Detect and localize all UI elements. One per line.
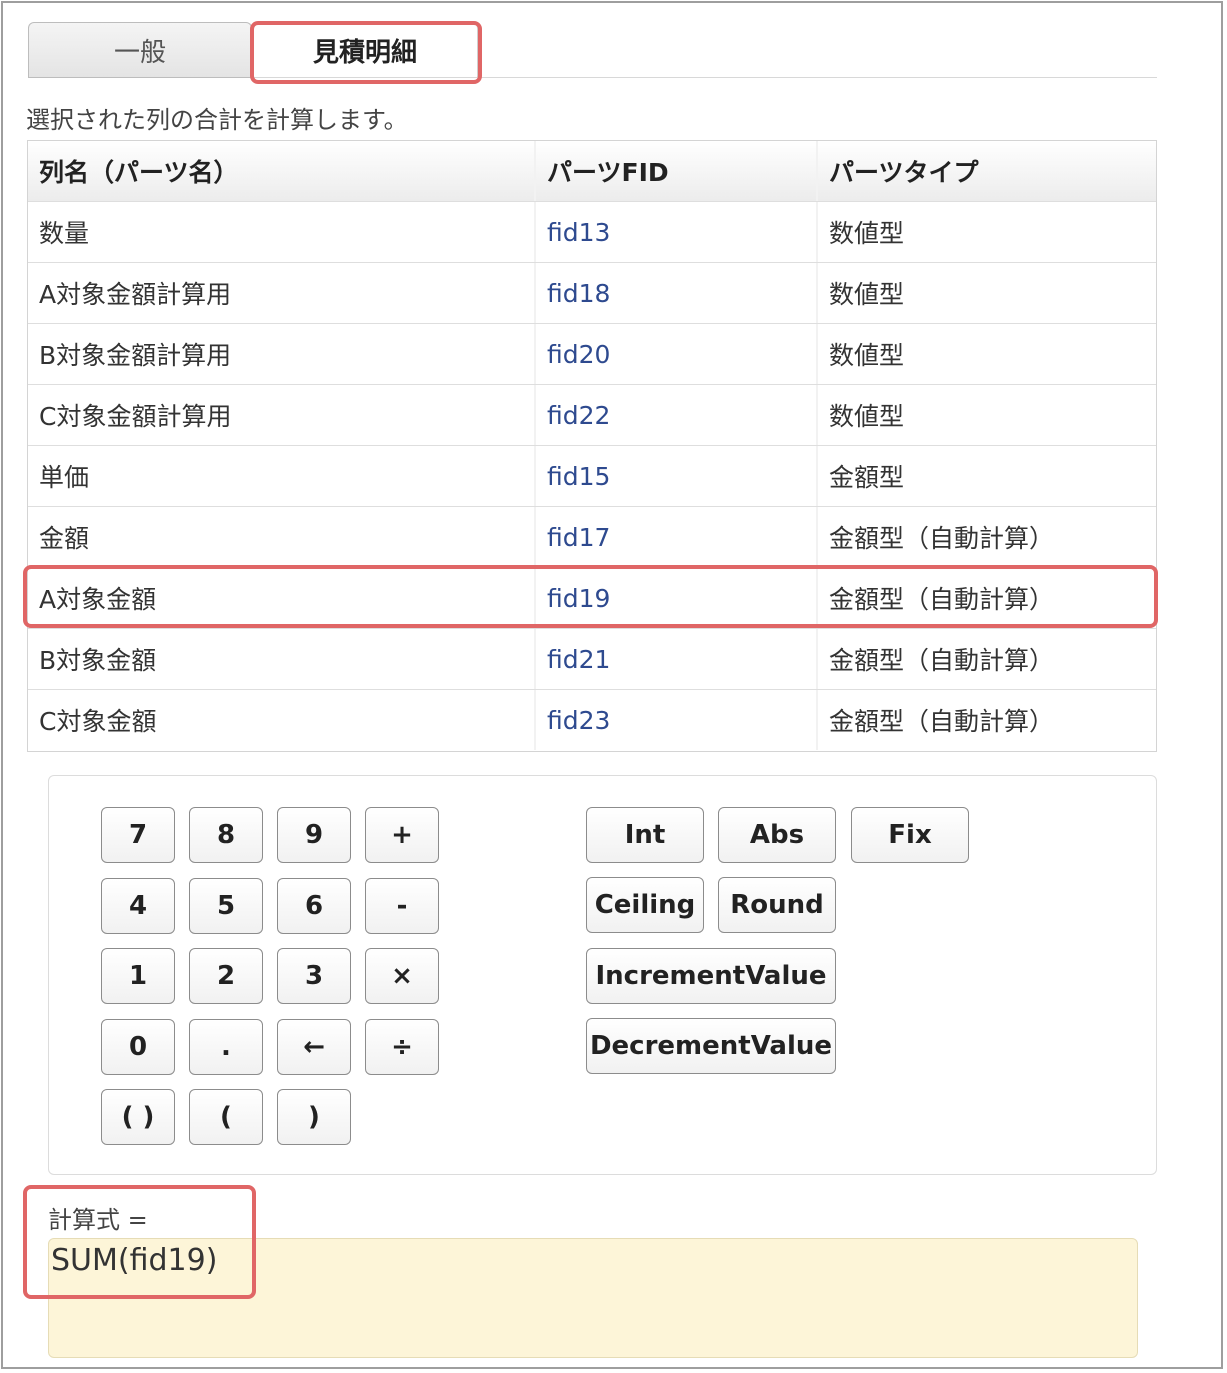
key-parentheses-pair-button[interactable]: ( ) [101, 1089, 175, 1145]
table-row[interactable]: B対象金額 fid21 金額型（自動計算） [28, 628, 1156, 689]
key-one-button[interactable]: 1 [101, 948, 175, 1004]
cell-parts-type: 金額型（自動計算） [816, 690, 1156, 750]
key-multiply-button[interactable]: × [365, 948, 439, 1004]
round-button[interactable]: Round [718, 877, 836, 933]
cell-column-name: 金額 [39, 524, 90, 553]
table-row[interactable]: B対象金額計算用 fid20 数値型 [28, 323, 1156, 384]
decrement-value-button[interactable]: DecrementValue [586, 1018, 836, 1074]
cell-parts-fid: fid20 [534, 324, 816, 384]
description-text: 選択された列の合計を計算します。 [26, 106, 408, 134]
parts-table: 列名（パーツ名） パーツFID パーツタイプ 数量 fid13 数値型 A対象金額計算… [27, 140, 1157, 752]
header-column-name: 列名（パーツ名） [39, 158, 239, 187]
cell-parts-fid: fid13 [534, 202, 816, 262]
tab-general[interactable]: 一般 [28, 22, 252, 78]
table-header: 列名（パーツ名） パーツFID パーツタイプ [28, 141, 1156, 201]
ceiling-button[interactable]: Ceiling [586, 877, 704, 933]
formula-input[interactable]: SUM(fid19) [48, 1238, 1138, 1358]
tab-divider [28, 77, 252, 78]
cell-parts-fid: fid18 [534, 263, 816, 323]
key-zero-button[interactable]: 0 [101, 1018, 175, 1075]
cell-parts-type: 金額型（自動計算） [816, 568, 1156, 628]
cell-parts-fid: fid19 [534, 568, 816, 628]
cell-column-name: B対象金額 [39, 646, 157, 675]
calculator-panel: 7 8 9 +4 5 6- 1 2 3 × 0. ← ÷ ( )() Int Abs Fix Ceilin… [48, 775, 1157, 1175]
key-six-button[interactable]: 6 [277, 877, 351, 934]
int-button[interactable]: Int [586, 807, 704, 863]
cell-column-name: B対象金額計算用 [39, 341, 232, 370]
cell-column-name: A対象金額計算用 [39, 280, 232, 309]
table-row[interactable]: 単価 fid15 金額型 [28, 445, 1156, 506]
key-divide-button[interactable]: ÷ [365, 1018, 439, 1075]
cell-parts-type: 数値型 [816, 202, 1156, 262]
cell-column-name: 数量 [39, 219, 90, 248]
cell-parts-fid: fid17 [534, 507, 816, 567]
formula-label: 計算式 = [48, 1206, 148, 1234]
cell-parts-type: 金額型 [816, 446, 1156, 506]
tab-baseline [252, 77, 1157, 78]
cell-parts-fid: fid23 [534, 690, 816, 750]
fix-button[interactable]: Fix [851, 807, 969, 863]
key-nine-button[interactable]: 9 [277, 807, 351, 863]
tab-estimate-detail[interactable]: 見積明細 [252, 22, 478, 78]
key-seven-button[interactable]: 7 [101, 807, 175, 863]
key-five-button[interactable]: 5 [189, 877, 263, 934]
cell-parts-type: 数値型 [816, 385, 1156, 445]
cell-column-name: C対象金額 [39, 707, 157, 736]
table-row[interactable]: 金額 fid17 金額型（自動計算） [28, 506, 1156, 567]
key-plus-button[interactable]: + [365, 807, 439, 863]
cell-column-name: 単価 [39, 463, 90, 492]
key-open-paren-button[interactable]: ( [189, 1089, 263, 1145]
cell-parts-type: 数値型 [816, 324, 1156, 384]
cell-parts-fid: fid22 [534, 385, 816, 445]
key-close-paren-button[interactable]: ) [277, 1089, 351, 1145]
cell-parts-type: 金額型（自動計算） [816, 629, 1156, 689]
key-decimal-button[interactable]: . [189, 1018, 263, 1075]
increment-value-button[interactable]: IncrementValue [586, 948, 836, 1004]
key-eight-button[interactable]: 8 [189, 807, 263, 863]
table-row[interactable]: C対象金額 fid23 金額型（自動計算） [28, 689, 1156, 750]
abs-button[interactable]: Abs [718, 807, 836, 863]
table-body: 数量 fid13 数値型 A対象金額計算用 fid18 数値型 B対象金額計算用 fid20 数… [28, 201, 1156, 750]
key-four-button[interactable]: 4 [101, 877, 175, 934]
cell-parts-type: 数値型 [816, 263, 1156, 323]
table-row[interactable]: C対象金額計算用 fid22 数値型 [28, 384, 1156, 445]
cell-column-name: A対象金額 [39, 585, 157, 614]
cell-parts-type: 金額型（自動計算） [816, 507, 1156, 567]
cell-parts-fid: fid15 [534, 446, 816, 506]
key-backspace-button[interactable]: ← [277, 1018, 351, 1075]
key-minus-button[interactable]: - [365, 877, 439, 934]
cell-column-name: C対象金額計算用 [39, 402, 232, 431]
cell-parts-fid: fid21 [534, 629, 816, 689]
header-parts-fid: パーツFID [534, 141, 816, 201]
key-two-button[interactable]: 2 [189, 948, 263, 1004]
table-row[interactable]: 数量 fid13 数値型 [28, 201, 1156, 262]
table-row[interactable]: A対象金額 fid19 金額型（自動計算） [28, 567, 1156, 628]
key-three-button[interactable]: 3 [277, 948, 351, 1004]
table-row[interactable]: A対象金額計算用 fid18 数値型 [28, 262, 1156, 323]
header-parts-type: パーツタイプ [816, 141, 1156, 201]
